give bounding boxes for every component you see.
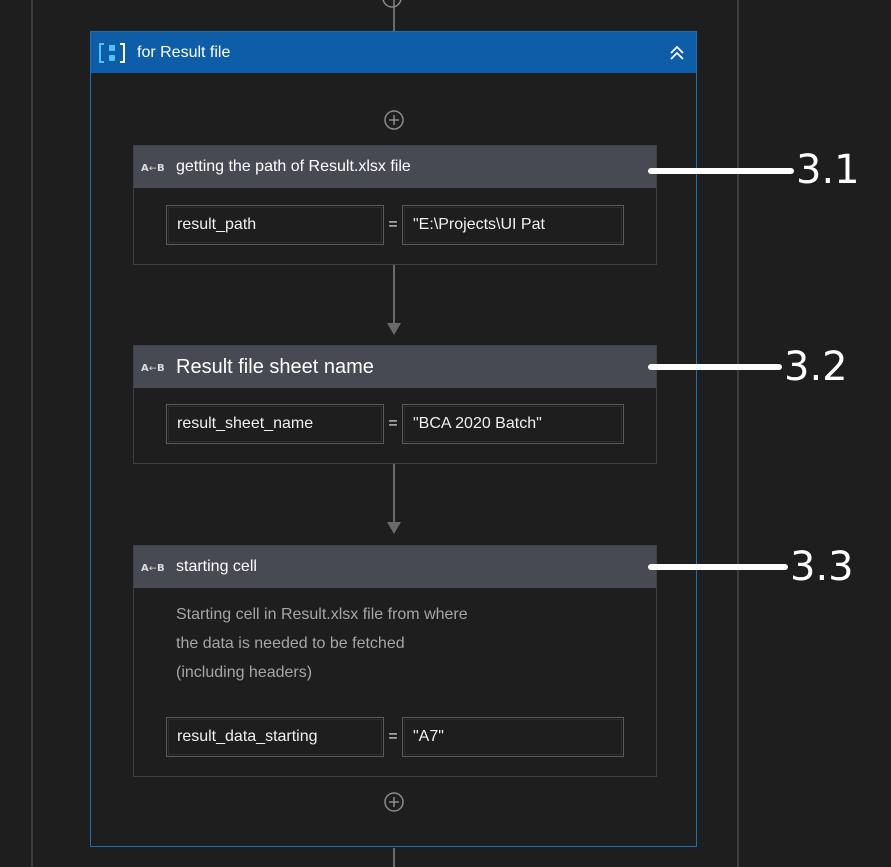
activity-title: Result file sheet name [176, 355, 374, 378]
bottom-connector-line [393, 848, 395, 867]
callout-line [648, 564, 788, 570]
assign-icon: A ← B [140, 159, 168, 175]
add-activity-plus-icon[interactable] [383, 109, 405, 131]
assign-to-field[interactable]: result_path [166, 205, 384, 245]
right-rail-line [737, 0, 739, 867]
sequence-header[interactable]: for Result file [91, 32, 696, 73]
svg-text:A: A [141, 163, 149, 174]
equals-sign: = [388, 728, 398, 745]
svg-text:←: ← [149, 364, 157, 374]
workflow-designer-canvas: for Result file A ← B getting the path o… [0, 0, 891, 867]
assign-activity-result-path[interactable]: A ← B getting the path of Result.xlsx fi… [133, 145, 657, 265]
sequence-for-result-file[interactable]: for Result file A ← B getting the path o… [90, 31, 697, 847]
assign-row: result_data_starting = "A7" [166, 717, 624, 757]
callout-line [648, 168, 794, 174]
activity-header[interactable]: A ← B Result file sheet name [134, 346, 656, 388]
assign-to-field[interactable]: result_sheet_name [166, 404, 384, 444]
assign-to-field[interactable]: result_data_starting [166, 717, 384, 757]
callout-label: 3.2 [784, 344, 848, 390]
svg-text:B: B [157, 163, 165, 174]
equals-sign: = [388, 415, 398, 432]
svg-text:B: B [157, 363, 165, 374]
assign-activity-starting-cell[interactable]: A ← B starting cell Starting cell in Res… [133, 545, 657, 777]
activity-header[interactable]: A ← B starting cell [134, 546, 656, 588]
add-activity-top-icon[interactable] [380, 0, 404, 10]
svg-text:B: B [157, 563, 165, 574]
activity-header[interactable]: A ← B getting the path of Result.xlsx fi… [134, 146, 656, 188]
callout-label: 3.3 [790, 544, 854, 590]
assign-icon: A ← B [140, 359, 168, 375]
sequence-brackets-icon [95, 41, 129, 65]
callout-line [648, 364, 782, 370]
svg-text:←: ← [149, 164, 157, 174]
assign-value-field[interactable]: "E:\Projects\UI Pat [402, 205, 624, 245]
assign-row: result_sheet_name = "BCA 2020 Batch" [166, 404, 624, 444]
connector-arrow [387, 323, 401, 335]
callout-label: 3.1 [796, 147, 860, 193]
annotation-line: Starting cell in Result.xlsx file from w… [176, 606, 468, 623]
svg-text:A: A [141, 363, 149, 374]
add-activity-plus-icon[interactable] [383, 791, 405, 813]
svg-text:A: A [141, 563, 149, 574]
assign-icon: A ← B [140, 559, 168, 575]
equals-sign: = [388, 216, 398, 233]
left-rail-line [31, 0, 33, 867]
activity-annotation[interactable]: Starting cell in Result.xlsx file from w… [176, 600, 626, 687]
double-chevron-up-icon[interactable] [666, 42, 688, 64]
assign-activity-sheet-name[interactable]: A ← B Result file sheet name result_shee… [133, 345, 657, 464]
activity-title: getting the path of Result.xlsx file [176, 158, 411, 175]
annotation-line: (including headers) [176, 664, 313, 681]
annotation-line: the data is needed to be fetched [176, 635, 405, 652]
sequence-title: for Result file [137, 43, 231, 61]
activity-title: starting cell [176, 558, 257, 575]
connector-arrow [387, 522, 401, 534]
connector-line [393, 464, 395, 522]
svg-text:←: ← [149, 564, 157, 574]
assign-value-field[interactable]: "A7" [402, 717, 624, 757]
connector-line [393, 265, 395, 323]
assign-row: result_path = "E:\Projects\UI Pat [166, 205, 624, 245]
assign-value-field[interactable]: "BCA 2020 Batch" [402, 404, 624, 444]
